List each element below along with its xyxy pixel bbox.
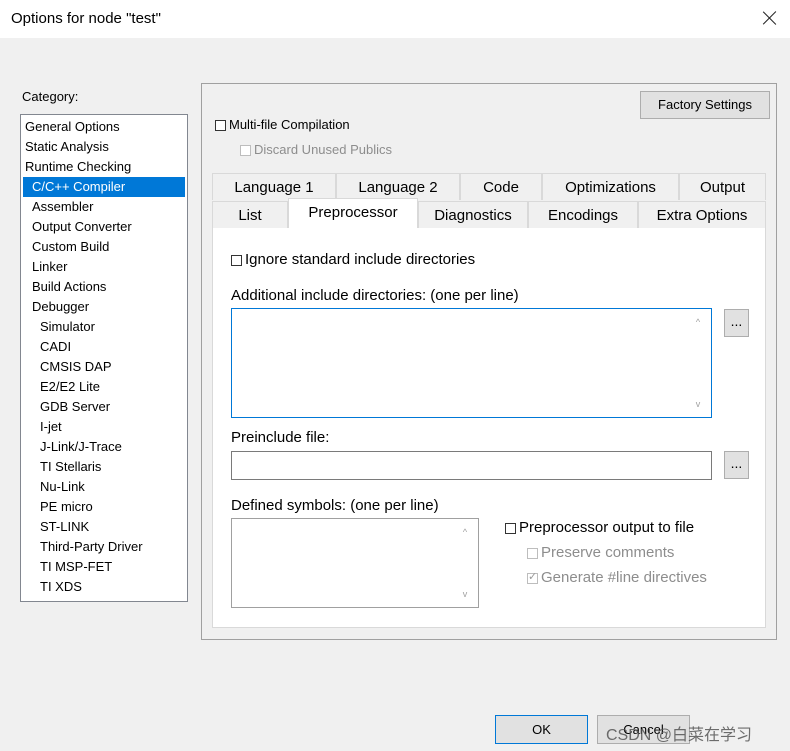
tab-list[interactable]: List bbox=[212, 201, 288, 228]
scroll-down-icon[interactable]: v bbox=[460, 589, 470, 599]
category-label: Category: bbox=[22, 89, 79, 104]
preinclude-label: Preinclude file: bbox=[231, 429, 330, 446]
category-item[interactable]: CADI bbox=[40, 337, 71, 357]
tab-diagnostics[interactable]: Diagnostics bbox=[418, 201, 528, 228]
category-item[interactable]: Simulator bbox=[40, 317, 95, 337]
tab-code[interactable]: Code bbox=[460, 173, 542, 200]
category-item[interactable]: TI Stellaris bbox=[40, 457, 101, 477]
category-item[interactable]: Debugger bbox=[32, 297, 89, 317]
tab-language-1[interactable]: Language 1 bbox=[212, 173, 336, 200]
tab-extra-options[interactable]: Extra Options bbox=[638, 201, 766, 228]
scroll-up-icon[interactable]: ^ bbox=[693, 317, 703, 327]
preinclude-input[interactable] bbox=[231, 451, 712, 480]
additional-include-browse-button[interactable]: ... bbox=[724, 309, 749, 337]
multi-file-checkbox[interactable] bbox=[215, 120, 226, 131]
tab-encodings[interactable]: Encodings bbox=[528, 201, 638, 228]
scroll-up-icon[interactable]: ^ bbox=[460, 527, 470, 537]
preserve-comments-checkbox[interactable] bbox=[527, 548, 538, 559]
category-item[interactable]: Custom Build bbox=[32, 237, 109, 257]
close-icon[interactable] bbox=[762, 10, 778, 26]
scroll-down-icon[interactable]: v bbox=[693, 399, 703, 409]
discard-unused-label: Discard Unused Publics bbox=[254, 142, 393, 157]
defined-symbols-label: Defined symbols: (one per line) bbox=[231, 497, 439, 514]
additional-include-label: Additional include directories: (one per… bbox=[231, 287, 519, 304]
generate-line-label: Generate #line directives bbox=[541, 569, 707, 586]
window-title: Options for node "test" bbox=[11, 10, 161, 27]
category-item[interactable]: Assembler bbox=[32, 197, 93, 217]
tab-language-2[interactable]: Language 2 bbox=[336, 173, 460, 200]
category-item[interactable]: Output Converter bbox=[32, 217, 132, 237]
tab-optimizations[interactable]: Optimizations bbox=[542, 173, 679, 200]
category-item[interactable]: J-Link/J-Trace bbox=[40, 437, 122, 457]
preinclude-browse-button[interactable]: ... bbox=[724, 451, 749, 479]
category-item[interactable]: CMSIS DAP bbox=[40, 357, 112, 377]
preserve-comments-label: Preserve comments bbox=[541, 544, 675, 561]
category-item[interactable]: ST-LINK bbox=[40, 517, 89, 537]
category-item[interactable]: Third-Party Driver bbox=[40, 537, 143, 557]
factory-settings-button[interactable]: Factory Settings bbox=[640, 91, 770, 119]
tab-preprocessor[interactable]: Preprocessor bbox=[288, 198, 418, 228]
category-item[interactable]: Nu-Link bbox=[40, 477, 85, 497]
defined-symbols-textarea[interactable]: ^ v bbox=[231, 518, 479, 608]
category-item[interactable]: E2/E2 Lite bbox=[40, 377, 100, 397]
ok-button[interactable]: OK bbox=[495, 715, 588, 744]
ignore-std-checkbox[interactable] bbox=[231, 255, 242, 266]
watermark: CSDN @白菜在学习 bbox=[606, 727, 753, 744]
category-item[interactable]: General Options bbox=[25, 117, 120, 137]
category-item[interactable]: GDB Server bbox=[40, 397, 110, 417]
generate-line-checkbox[interactable] bbox=[527, 570, 538, 584]
category-item[interactable]: Build Actions bbox=[32, 277, 106, 297]
category-item[interactable]: TI XDS bbox=[40, 577, 82, 597]
category-item[interactable]: Static Analysis bbox=[25, 137, 109, 157]
category-list[interactable]: General Options Static Analysis Runtime Ch… bbox=[20, 114, 188, 602]
category-item[interactable]: PE micro bbox=[40, 497, 93, 517]
multi-file-label: Multi-file Compilation bbox=[229, 117, 350, 132]
ignore-std-label: Ignore standard include directories bbox=[245, 251, 476, 268]
category-item[interactable]: Linker bbox=[32, 257, 67, 277]
pp-output-checkbox[interactable] bbox=[505, 523, 516, 534]
category-item[interactable]: C/C++ Compiler bbox=[23, 177, 185, 197]
pp-output-label: Preprocessor output to file bbox=[519, 519, 695, 536]
category-item[interactable]: Runtime Checking bbox=[25, 157, 131, 177]
discard-unused-checkbox[interactable] bbox=[240, 145, 251, 156]
tab-output[interactable]: Output bbox=[679, 173, 766, 200]
additional-include-textarea[interactable]: ^ v bbox=[231, 308, 712, 418]
category-item[interactable]: I-jet bbox=[40, 417, 62, 437]
category-item[interactable]: TI MSP-FET bbox=[40, 557, 112, 577]
